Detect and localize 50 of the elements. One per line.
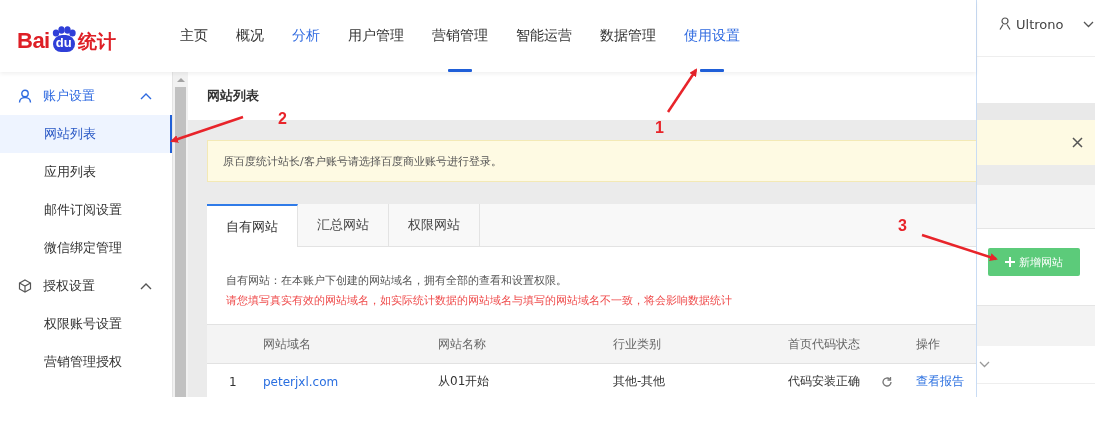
table-cell-text: 从01开始 — [438, 373, 491, 390]
table-link[interactable]: peterjxl.com — [263, 374, 339, 389]
refresh-icon[interactable] — [881, 375, 893, 388]
logo-text: Bai — [17, 30, 50, 52]
nav-item[interactable]: 概况 — [222, 0, 278, 72]
nav-item[interactable]: 智能运营 — [502, 0, 586, 72]
column-header: 网站域名 — [263, 335, 312, 353]
sidebar-item[interactable]: 应用列表 — [0, 153, 172, 191]
table-link[interactable]: 查看报告 — [916, 373, 964, 390]
nav-item[interactable]: 营销管理 — [418, 0, 502, 72]
nav-item[interactable]: 数据管理 — [586, 0, 670, 72]
chevron-down-icon[interactable] — [1083, 21, 1094, 28]
tab[interactable]: 自有网站 — [207, 204, 298, 247]
nav-item[interactable]: 主页 — [166, 0, 222, 72]
user-name[interactable]: Ultrono — [1016, 17, 1078, 32]
sidebar-item[interactable]: 权限账号设置 — [0, 305, 172, 343]
annotation-number: 1 — [655, 120, 664, 136]
column-header: 网站名称 — [438, 335, 487, 353]
annotation-number: 2 — [278, 111, 287, 127]
scrollbar-thumb[interactable] — [175, 87, 186, 397]
sidebar-item[interactable]: 微信绑定管理 — [0, 229, 172, 267]
column-header: 操作 — [916, 335, 941, 353]
warning-text: 请您填写真实有效的网站域名，如实际统计数据的网站域名与填写的网站域名不一致，将会影响数据统计 — [225, 293, 733, 309]
annotation-number: 3 — [898, 218, 907, 234]
sidebar-group[interactable]: 授权设置 — [0, 267, 172, 305]
close-icon[interactable] — [1072, 137, 1083, 148]
column-header: 行业类别 — [613, 335, 662, 353]
table-cell-text: 代码安装正确 — [788, 373, 861, 390]
row-number: 1 — [228, 374, 238, 389]
nav-item[interactable]: 分析 — [278, 0, 334, 72]
paw-toes-icon — [50, 26, 77, 37]
cube-icon — [18, 279, 32, 293]
user-icon — [999, 17, 1011, 30]
logo-text: 统计 — [77, 30, 116, 52]
plus-icon — [1005, 257, 1015, 267]
sidebar-item[interactable]: 网站列表 — [0, 115, 172, 153]
nav-item[interactable]: 使用设置 — [670, 0, 754, 72]
user-icon — [18, 89, 32, 103]
tab[interactable]: 汇总网站 — [298, 204, 389, 246]
notice-banner: 原百度统计站长/客户账号请选择百度商业账号进行登录。 — [207, 140, 976, 182]
description-text: 自有网站：在本账户下创建的网站域名，拥有全部的查看和设置权限。 — [225, 273, 568, 289]
sidebar-item[interactable]: 邮件订阅设置 — [0, 191, 172, 229]
table-cell-text: 其他-其他 — [613, 373, 667, 390]
sidebar-group[interactable]: 账户设置 — [0, 77, 172, 115]
tab[interactable]: 权限网站 — [389, 204, 480, 246]
column-header: 首页代码状态 — [788, 335, 861, 353]
logo-badge: du — [52, 35, 75, 52]
nav-item[interactable]: 用户管理 — [334, 0, 418, 72]
annotation-arrow — [666, 68, 698, 113]
sidebar-item[interactable]: 营销管理授权 — [0, 343, 172, 381]
